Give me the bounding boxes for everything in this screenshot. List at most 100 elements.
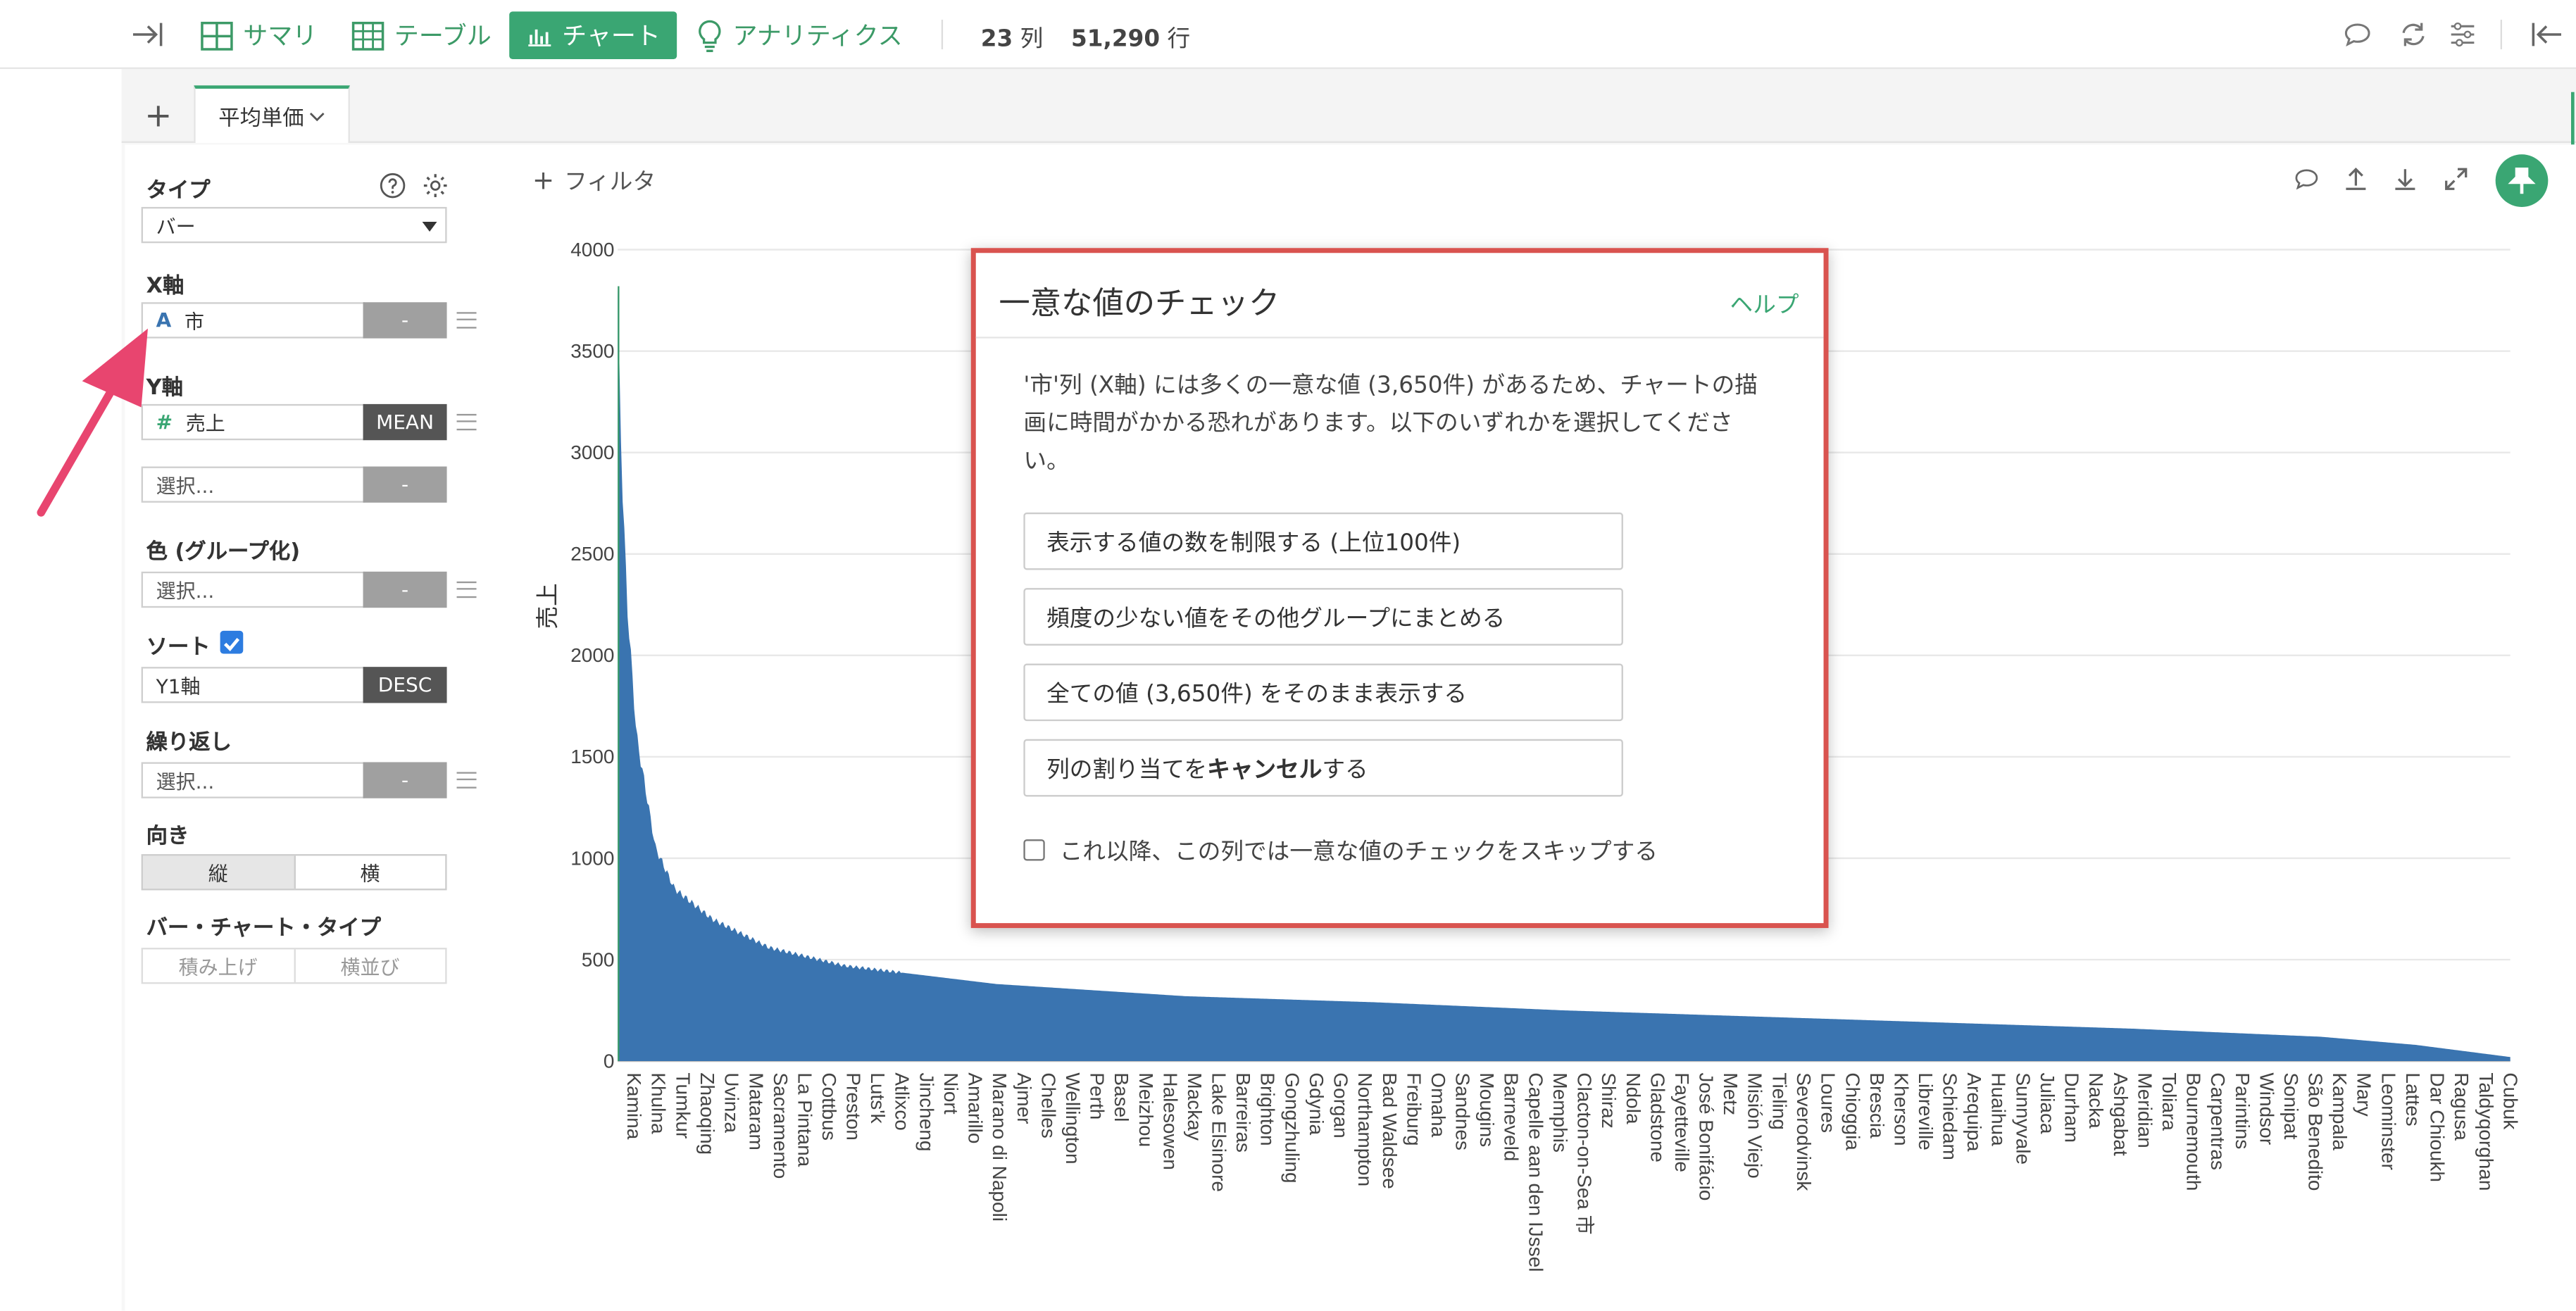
row-count: 51,290 行: [1071, 26, 1191, 53]
dialog-header: 一意な値のチェック ヘルプ: [975, 253, 1824, 339]
x-tick-label: Capelle aan den IJssel: [1525, 1072, 1546, 1272]
expand-panel-icon[interactable]: [2530, 20, 2563, 49]
repeat-aggregation-button[interactable]: -: [363, 762, 447, 798]
x-tick-label: Niort: [940, 1072, 962, 1114]
tab-chart[interactable]: チャート: [509, 11, 677, 59]
x-tick-label: Dar Chioukh: [2427, 1072, 2449, 1182]
x-tick-label: Kampala: [2329, 1072, 2351, 1150]
x-tick-label: Memphis: [1549, 1072, 1571, 1153]
x-tick-label: Libreville: [1915, 1072, 1937, 1150]
color-aggregation-button[interactable]: -: [363, 571, 447, 608]
x-tick-label: Ndola: [1622, 1072, 1644, 1124]
orientation-horizontal-option[interactable]: 横: [295, 855, 445, 889]
x-tick-label: Clacton-on-Sea 市: [1574, 1072, 1596, 1234]
sort-direction-button[interactable]: DESC: [363, 667, 447, 703]
x-tick-label: Parintins: [2232, 1072, 2253, 1149]
chart-type-value: バー: [156, 214, 196, 238]
x-tick-label: Luts'k: [867, 1072, 889, 1124]
x-axis-label: X軸: [146, 274, 185, 299]
x-tick-label: São Benedito: [2305, 1072, 2327, 1191]
sort-by-field[interactable]: Y1軸: [141, 667, 365, 703]
x-axis-ticks: Kamina Khulna Tumkur Zhaoqing Uvinza Mataram S…: [623, 1072, 2521, 1272]
x-tick-label: Brighton: [1257, 1072, 1279, 1146]
collapse-sidebar-icon[interactable]: [132, 20, 165, 49]
x-tick-label: Schiedam: [1939, 1072, 1961, 1160]
limit-top-values-button[interactable]: 表示する値の数を制限する (上位100件): [1023, 512, 1623, 570]
x-tick-label: Marano di Napoli: [989, 1072, 1011, 1222]
x-tick-label: Khulna: [648, 1072, 670, 1134]
x-tick-label: Shiraz: [1598, 1072, 1620, 1128]
repeat-column-field[interactable]: 選択...: [141, 762, 365, 798]
y-axis-aggregation-button[interactable]: MEAN: [363, 403, 447, 441]
x-tick-label: Meizhou: [1135, 1072, 1157, 1147]
x-tick-label: José Bonifácio: [1696, 1072, 1718, 1200]
pin-icon: [2508, 167, 2536, 194]
color-column-field[interactable]: 選択...: [141, 571, 365, 608]
y-tick-label: 500: [582, 948, 615, 970]
x-tick-label: Mary: [2353, 1072, 2375, 1116]
drag-handle-icon[interactable]: [456, 581, 477, 598]
chart-comment-icon[interactable]: [2294, 166, 2320, 192]
cancel-assignment-suffix: する: [1322, 756, 1368, 783]
x-tick-label: Wellington: [1062, 1072, 1084, 1164]
bar-type-side-by-side-option[interactable]: 横並び: [295, 949, 445, 982]
bar-type-stacked-option[interactable]: 積み上げ: [143, 949, 295, 983]
x-tick-label: Ajmer: [1013, 1072, 1035, 1124]
chart-type-select[interactable]: バー: [141, 206, 447, 244]
help-circle-icon[interactable]: [380, 172, 406, 199]
x-tick-label: Gdynia: [1306, 1072, 1327, 1135]
x-axis-column-field[interactable]: A 市: [141, 302, 365, 339]
bar-chart-icon: [528, 28, 551, 46]
drag-handle-icon[interactable]: [456, 772, 477, 789]
y2-aggregation-button[interactable]: -: [363, 466, 447, 503]
settings-sliders-icon[interactable]: [2448, 20, 2477, 49]
add-filter-button[interactable]: + フィルタ: [532, 164, 656, 197]
tab-table-label: テーブル: [394, 21, 492, 51]
gear-icon[interactable]: [423, 172, 449, 199]
x-tick-label: Severodvinsk: [1793, 1072, 1815, 1191]
orientation-vertical-option[interactable]: 縦: [142, 855, 295, 889]
x-tick-label: Preston: [843, 1072, 865, 1140]
download-icon[interactable]: [2392, 166, 2418, 192]
help-link[interactable]: ヘルプ: [1730, 287, 1799, 320]
x-tick-label: Gorgan: [1330, 1072, 1352, 1138]
x-axis-aggregation-button[interactable]: -: [363, 302, 447, 339]
upload-icon[interactable]: [2343, 166, 2369, 192]
y-tick-label: 3500: [570, 340, 614, 362]
x-tick-label: Uvinza: [721, 1072, 743, 1133]
drag-handle-icon[interactable]: [456, 413, 477, 431]
drag-handle-icon[interactable]: [456, 312, 477, 329]
pin-button[interactable]: [2495, 154, 2549, 207]
y-axis-ticks: 0 500 1000 1500 2000 2500 3000 3500 4000: [570, 239, 614, 1072]
x-tick-label: Perth: [1087, 1072, 1108, 1119]
chart-tab-active[interactable]: 平均単価: [194, 85, 350, 143]
skip-check-checkbox[interactable]: [1023, 839, 1045, 861]
app-root: サマリ テーブル チャート アナリティクス 23 列 51,290 行 + 平均…: [0, 0, 2576, 1311]
y-tick-label: 2500: [570, 543, 614, 565]
summary-grid-icon: [201, 20, 233, 50]
filter-label: フィルタ: [564, 169, 656, 196]
x-tick-label: Sacramento: [770, 1072, 792, 1179]
tab-summary[interactable]: サマリ: [201, 13, 317, 58]
y-tick-label: 3000: [570, 441, 614, 463]
sort-checkbox[interactable]: [220, 630, 244, 654]
comment-icon[interactable]: [2343, 20, 2372, 49]
y2-axis-column-field[interactable]: 選択...: [141, 466, 365, 503]
y-axis-column-field[interactable]: # 売上: [141, 403, 365, 441]
bar-type-label: バー・チャート・タイプ: [146, 916, 381, 941]
chevron-down-icon: [309, 111, 325, 121]
tab-table[interactable]: テーブル: [351, 13, 492, 58]
fullscreen-icon[interactable]: [2443, 166, 2469, 192]
x-tick-label: Bournemouth: [2183, 1072, 2205, 1191]
show-all-values-button[interactable]: 全ての値 (3,650件) をそのまま表示する: [1023, 663, 1623, 722]
x-tick-label: Amarillo: [964, 1072, 986, 1143]
x-tick-label: Juliaca: [2037, 1072, 2058, 1134]
cancel-assignment-button[interactable]: 列の割り当てを キャンセル する: [1023, 739, 1623, 797]
refresh-icon[interactable]: [2399, 20, 2428, 49]
x-tick-label: Northampton: [1354, 1072, 1376, 1186]
add-chart-button[interactable]: +: [144, 95, 172, 134]
annotation-arrow: [37, 328, 148, 517]
group-rare-values-button[interactable]: 頻度の少ない値をその他グループにまとめる: [1023, 588, 1623, 646]
checkmark-icon: [223, 638, 240, 651]
tab-analytics[interactable]: アナリティクス: [696, 13, 903, 58]
